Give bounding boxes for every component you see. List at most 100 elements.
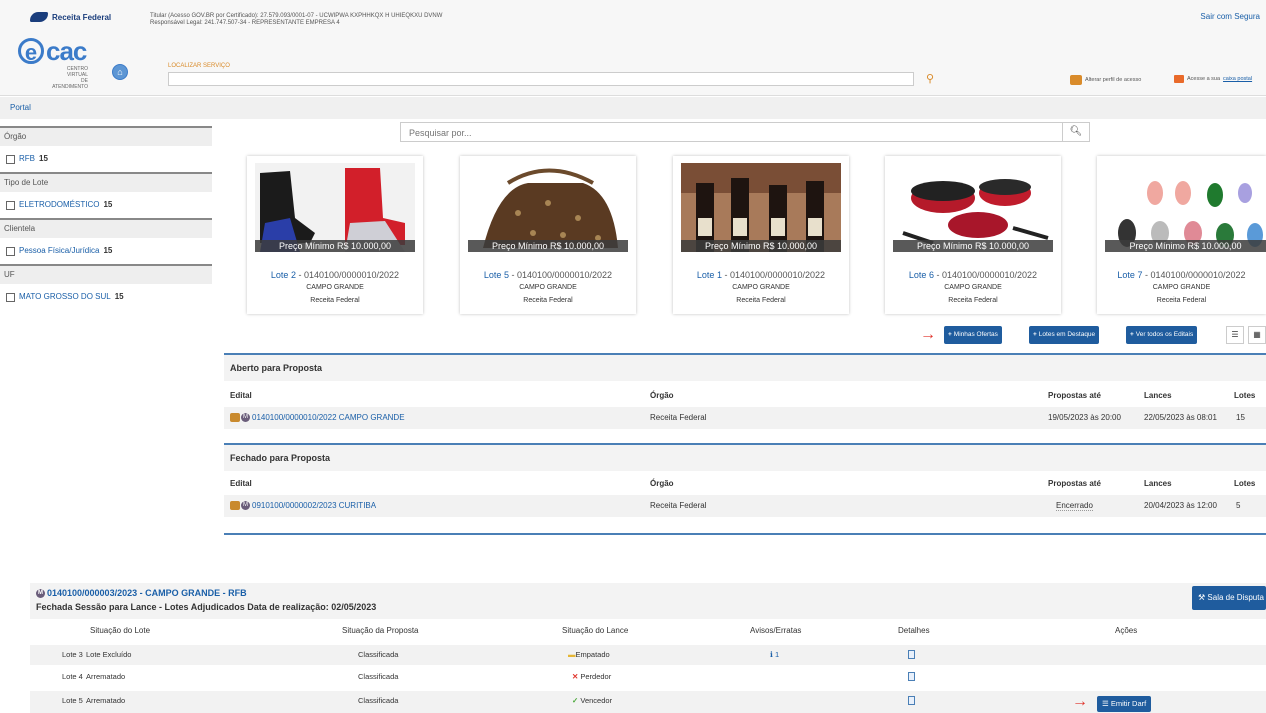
col-lotes: Lotes	[1234, 479, 1256, 488]
filter-item-pessoa[interactable]: Pessoa Física/Jurídica 15	[0, 238, 212, 264]
product-image-earrings	[1105, 163, 1266, 252]
filter-group-title: Clientela	[0, 218, 212, 238]
edital-detail-title[interactable]: M 0140100/000003/2023 - CAMPO GRANDE - RF…	[36, 588, 247, 599]
table-row[interactable]: Lote 3 Lote Excluído Classificada ▬Empat…	[30, 645, 1266, 665]
home-icon[interactable]: ⌂	[112, 64, 128, 80]
lotes-destaque-button[interactable]: + Lotes em Destaque	[1029, 326, 1100, 344]
situacao-proposta: Classificada	[358, 696, 399, 705]
list-view-icon[interactable]: ☰	[1226, 326, 1244, 344]
lote-title[interactable]: Lote 7 - 0140100/0000010/2022	[1097, 270, 1266, 280]
lote-card[interactable]: Preço Mínimo R$ 10.000,00 Lote 2 - 01401…	[247, 156, 423, 314]
lote-city: CAMPO GRANDE	[944, 284, 1002, 291]
col-acoes: Ações	[1115, 626, 1138, 635]
filter-label[interactable]: Pessoa Física/Jurídica	[19, 238, 99, 264]
filter-item-ms[interactable]: MATO GROSSO DO SUL 15	[0, 284, 212, 310]
localizar-servico-input[interactable]	[168, 72, 914, 86]
receita-federal-emblem-icon	[30, 12, 48, 22]
lote-link[interactable]: Lote 2	[271, 270, 296, 280]
checkbox[interactable]	[6, 246, 15, 256]
detalhes-cell[interactable]	[908, 696, 915, 707]
pans-illustration	[893, 163, 1053, 252]
m-badge-icon: M	[36, 589, 45, 599]
lote-title[interactable]: Lote 6 - 0140100/0000010/2022	[885, 270, 1061, 280]
filter-count: 15	[103, 246, 113, 255]
situacao-proposta: Classificada	[358, 650, 399, 659]
filter-label[interactable]: RFB	[19, 146, 35, 172]
lote-title[interactable]: Lote 5 - 0140100/0000010/2022	[460, 270, 636, 280]
minhas-ofertas-button[interactable]: + Minhas Ofertas	[944, 326, 1002, 344]
edital-title-text[interactable]: 0140100/000003/2023 - CAMPO GRANDE - RFB	[47, 588, 247, 598]
header: Receita Federal Titular (Acesso GOV.BR p…	[0, 0, 1266, 96]
edital-code: - 0140100/0000010/2022	[933, 270, 1038, 280]
plus-icon: +	[1033, 331, 1037, 338]
orgao-cell: Receita Federal	[650, 413, 707, 422]
lotes-cell: 15	[1236, 413, 1245, 422]
search-icon[interactable]: ⚲	[926, 72, 934, 85]
filter-group-title: Órgão	[0, 126, 212, 146]
col-propostas: Propostas até	[1048, 391, 1101, 400]
filter-label[interactable]: ELETRODOMÉSTICO	[19, 192, 99, 218]
aberto-panel: Aberto para Proposta Edital Órgão Propos…	[224, 353, 1266, 435]
caixa-postal-link[interactable]: Acesse a sua caixa postal	[1174, 75, 1252, 83]
avisos-cell[interactable]: ℹ 1	[770, 650, 779, 659]
lote-title[interactable]: Lote 1 - 0140100/0000010/2022	[673, 270, 849, 280]
detalhes-cell[interactable]	[908, 672, 915, 683]
red-arrow-icon: →	[1072, 693, 1088, 710]
ecac-logo[interactable]: e cac CENTRO VIRTUAL DE ATENDIMENTO	[18, 36, 88, 90]
preco-minimo: Preço Mínimo R$ 10.000,00	[255, 240, 415, 252]
lote-link[interactable]: Lote 3	[62, 650, 83, 659]
col-edital: Edital	[230, 391, 252, 400]
alterar-perfil-link[interactable]: Alterar perfil de acesso	[1070, 75, 1141, 85]
search-input[interactable]	[407, 126, 1051, 140]
checkbox[interactable]	[6, 200, 15, 210]
titular-info: Titular (Acesso GOV.BR por Certificado):…	[150, 13, 442, 27]
bag-illustration	[468, 163, 628, 252]
lote-title[interactable]: Lote 2 - 0140100/0000010/2022	[247, 270, 423, 280]
lote-card[interactable]: Preço Mínimo R$ 10.000,00 Lote 1 - 01401…	[673, 156, 849, 314]
document-icon[interactable]	[908, 650, 915, 659]
table-row[interactable]: Lote 4 Arrematado Classificada ✕ Perdedo…	[30, 667, 1266, 687]
lote-org: Receita Federal	[1156, 297, 1207, 304]
edital-link[interactable]: 0140100/0000010/2022 CAMPO GRANDE	[252, 413, 405, 422]
mail-icon	[1174, 75, 1184, 83]
detalhes-cell[interactable]	[908, 650, 915, 661]
checkbox[interactable]	[6, 154, 15, 164]
lote-card[interactable]: Preço Mínimo R$ 10.000,00 Lote 6 - 01401…	[885, 156, 1061, 314]
caixa-link[interactable]: caixa postal	[1223, 76, 1252, 82]
edital-cell[interactable]: M 0140100/0000010/2022 CAMPO GRANDE	[230, 413, 405, 423]
search-button[interactable]: 🔍︎	[1062, 123, 1089, 141]
edital-link[interactable]: 0910100/0000002/2023 CURITIBA	[252, 501, 376, 510]
filter-item-rfb[interactable]: RFB 15	[0, 146, 212, 172]
ecac-sub1: CENTRO VIRTUAL	[66, 66, 88, 78]
lote-link[interactable]: Lote 6	[909, 270, 934, 280]
lote-link[interactable]: Lote 4	[62, 672, 83, 681]
ecac-cac-letters: cac	[46, 36, 87, 66]
breadcrumb-portal[interactable]: Portal	[10, 103, 31, 112]
col-edital: Edital	[230, 479, 252, 488]
ver-editais-button[interactable]: + Ver todos os Editais	[1126, 326, 1198, 344]
checkbox[interactable]	[6, 292, 15, 302]
edital-cell[interactable]: M 0910100/0000002/2023 CURITIBA	[230, 501, 376, 511]
hammer-icon: ⚒	[1198, 593, 1208, 602]
table-row[interactable]	[224, 495, 1266, 517]
sala-disputa-button[interactable]: ⚒ Sala de Disputa	[1192, 586, 1266, 610]
lote-link[interactable]: Lote 1	[697, 270, 722, 280]
button-label: Emitir Darf	[1110, 699, 1147, 708]
emitir-darf-button[interactable]: ☰ Emitir Darf	[1097, 696, 1152, 712]
lote-link[interactable]: Lote 5	[484, 270, 509, 280]
lote-card[interactable]: Preço Mínimo R$ 10.000,00 Lote 5 - 01401…	[460, 156, 636, 314]
document-icon[interactable]	[908, 696, 915, 705]
filter-label[interactable]: MATO GROSSO DO SUL	[19, 284, 111, 310]
lote-link[interactable]: Lote 5	[62, 696, 83, 705]
filter-item-eletrodomestico[interactable]: ELETRODOMÉSTICO 15	[0, 192, 212, 218]
receita-federal-logo[interactable]: Receita Federal	[30, 12, 111, 22]
lote-link[interactable]: Lote 7	[1117, 270, 1142, 280]
col-lances: Lances	[1144, 479, 1172, 488]
list-icon: ☰	[1102, 699, 1111, 708]
lote-card[interactable]: Preço Mínimo R$ 10.000,00 Lote 7 - 01401…	[1097, 156, 1266, 314]
wine-illustration	[681, 163, 841, 252]
grid-view-icon[interactable]: ▦	[1248, 326, 1266, 344]
logout-link[interactable]: Sair com Segura	[1200, 12, 1260, 21]
m-badge-icon: M	[241, 413, 250, 423]
document-icon[interactable]	[908, 672, 915, 681]
